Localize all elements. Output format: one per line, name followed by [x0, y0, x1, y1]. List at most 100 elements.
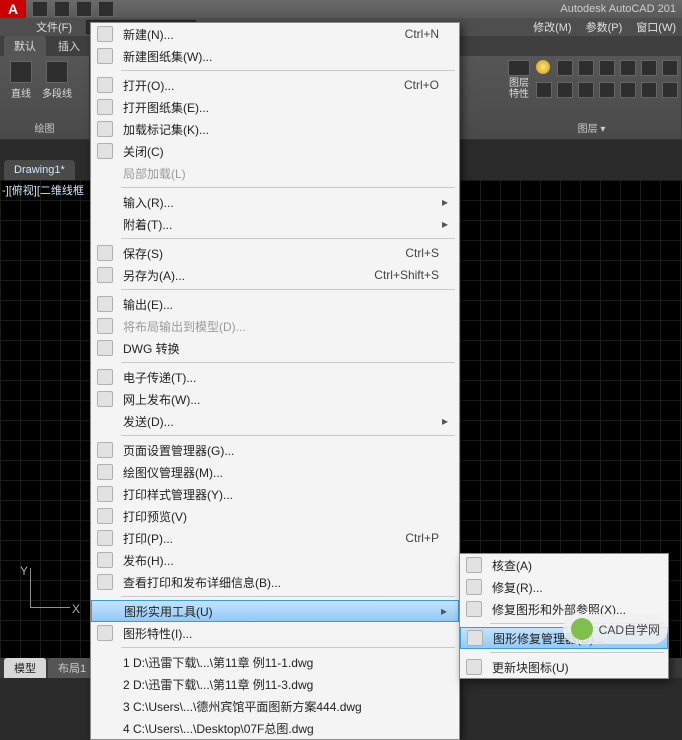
file-menu-item[interactable]: 1 D:\迅雷下载\...\第11章 例11-1.dwg [91, 651, 459, 673]
utilities-submenu-item[interactable]: 修复(R)... [460, 576, 668, 598]
menu-item-label: 页面设置管理器(G)... [119, 442, 439, 459]
file-menu-item[interactable]: 4 C:\Users\...\Desktop\07F总图.dwg [91, 717, 459, 739]
menu-item-label: 图形实用工具(U) [120, 603, 438, 620]
file-menu-item[interactable]: 新建图纸集(W)... [91, 45, 459, 67]
menu-item-shortcut: Ctrl+Shift+S [364, 268, 439, 282]
file-menu-item[interactable]: 页面设置管理器(G)... [91, 439, 459, 461]
layer-tool-icon[interactable] [641, 82, 657, 98]
app-logo[interactable]: A [0, 0, 26, 18]
bulb-icon[interactable] [536, 60, 550, 74]
polyline-label: 多段线 [42, 85, 72, 100]
menu-item-icon [97, 625, 113, 641]
file-menu-item[interactable]: 打开图纸集(E)... [91, 96, 459, 118]
file-menu-item[interactable]: 加载标记集(K)... [91, 118, 459, 140]
layer-tool-icon[interactable] [599, 60, 615, 76]
file-menu-item[interactable]: 打开(O)...Ctrl+O [91, 74, 459, 96]
menu-item-label: 4 C:\Users\...\Desktop\07F总图.dwg [119, 720, 439, 737]
polyline-icon [46, 61, 68, 83]
file-menu-item[interactable]: 打印(P)...Ctrl+P [91, 527, 459, 549]
layout-tab-model[interactable]: 模型 [4, 658, 46, 678]
submenu-arrow-icon: ▸ [438, 604, 450, 618]
file-menu-item[interactable]: 网上发布(W)... [91, 388, 459, 410]
menu-item-icon [467, 630, 483, 646]
menu-modify[interactable]: 修改(M) [527, 19, 578, 35]
layout-tab-1[interactable]: 布局1 [48, 658, 96, 678]
file-menu-item[interactable]: 发布(H)... [91, 549, 459, 571]
file-menu-item[interactable]: 另存为(A)...Ctrl+Shift+S [91, 264, 459, 286]
layer-properties-button[interactable]: 图层 特性 [508, 60, 530, 100]
menu-icon-gutter [91, 45, 119, 67]
panel-layers-title[interactable]: 图层 ▾ [508, 118, 675, 135]
file-menu-item[interactable]: 关闭(C) [91, 140, 459, 162]
layer-tool-icon[interactable] [578, 82, 594, 98]
menu-item-label: 3 C:\Users\...\德州宾馆平面图新方案444.dwg [119, 698, 439, 715]
ucs-x-label: X [72, 602, 80, 616]
line-label: 直线 [11, 85, 31, 100]
document-tab[interactable]: Drawing1* [4, 160, 75, 180]
layer-tool-icon[interactable] [536, 82, 552, 98]
menu-window[interactable]: 窗口(W) [630, 19, 682, 35]
menu-icon-gutter [91, 96, 119, 118]
layer-tool-icon[interactable] [620, 60, 636, 76]
file-menu-item[interactable]: 图形实用工具(U)▸ [91, 600, 459, 622]
qat-open-icon[interactable] [54, 1, 70, 17]
ribbon-tab-insert[interactable]: 插入 [48, 36, 90, 56]
file-menu-item[interactable]: 绘图仪管理器(M)... [91, 461, 459, 483]
menu-file[interactable]: 文件(F) [30, 19, 78, 35]
submenu-arrow-icon: ▸ [439, 195, 451, 209]
ribbon-tab-default[interactable]: 默认 [4, 36, 46, 56]
layer-properties-label: 图层 特性 [509, 78, 529, 100]
menu-icon-gutter [91, 242, 119, 264]
utilities-submenu-item[interactable]: 更新块图标(U) [460, 656, 668, 678]
menu-item-label: 关闭(C) [119, 143, 439, 160]
menu-item-label: 将布局输出到模型(D)... [119, 318, 439, 335]
file-menu-item[interactable]: 图形特性(I)... [91, 622, 459, 644]
file-menu-item[interactable]: 新建(N)...Ctrl+N [91, 23, 459, 45]
layer-tool-icon[interactable] [578, 60, 594, 76]
menu-separator [121, 187, 455, 188]
file-menu-item[interactable]: 附着(T)...▸ [91, 213, 459, 235]
menu-separator [121, 647, 455, 648]
file-menu-item[interactable]: DWG 转换 [91, 337, 459, 359]
layer-tool-icon[interactable] [662, 82, 678, 98]
utilities-submenu-item[interactable]: 核查(A) [460, 554, 668, 576]
menu-icon-gutter [91, 23, 119, 45]
file-menu-item[interactable]: 输入(R)...▸ [91, 191, 459, 213]
menu-param[interactable]: 参数(P) [580, 19, 629, 35]
file-menu-item[interactable]: 输出(E)... [91, 293, 459, 315]
menu-icon-gutter [91, 673, 119, 695]
menu-item-icon [97, 508, 113, 524]
watermark: CAD自学网 [563, 614, 668, 644]
menu-icon-gutter [91, 483, 119, 505]
layer-tool-icon[interactable] [557, 82, 573, 98]
menu-separator [121, 362, 455, 363]
menu-item-icon [97, 267, 113, 283]
layer-tool-icon[interactable] [662, 60, 678, 76]
polyline-button[interactable]: 多段线 [42, 60, 72, 100]
qat-dropdown-icon[interactable] [98, 1, 114, 17]
line-button[interactable]: 直线 [6, 60, 36, 100]
menu-icon-gutter [460, 554, 488, 576]
layer-tool-icon[interactable] [620, 82, 636, 98]
file-menu-item[interactable]: 发送(D)...▸ [91, 410, 459, 432]
menu-icon-gutter [91, 622, 119, 644]
menu-item-label: 发布(H)... [119, 552, 439, 569]
menu-icon-gutter [91, 439, 119, 461]
qat-new-icon[interactable] [32, 1, 48, 17]
viewport-label[interactable]: -][俯视][二维线框 [2, 182, 84, 198]
file-menu-item[interactable]: 保存(S)Ctrl+S [91, 242, 459, 264]
file-menu-item[interactable]: 电子传递(T)... [91, 366, 459, 388]
layer-tool-icon[interactable] [599, 82, 615, 98]
layer-tool-icon[interactable] [641, 60, 657, 76]
menu-item-icon [97, 442, 113, 458]
file-menu-item[interactable]: 2 D:\迅雷下载\...\第11章 例11-3.dwg [91, 673, 459, 695]
file-menu-item[interactable]: 打印样式管理器(Y)... [91, 483, 459, 505]
file-menu-item[interactable]: 3 C:\Users\...\德州宾馆平面图新方案444.dwg [91, 695, 459, 717]
file-menu-item[interactable]: 打印预览(V) [91, 505, 459, 527]
ucs-y-label: Y [20, 564, 28, 578]
file-menu-item[interactable]: 查看打印和发布详细信息(B)... [91, 571, 459, 593]
menu-item-label: 1 D:\迅雷下载\...\第11章 例11-1.dwg [119, 654, 439, 671]
layer-tool-icon[interactable] [557, 60, 573, 76]
layer-properties-icon [508, 60, 530, 76]
qat-save-icon[interactable] [76, 1, 92, 17]
